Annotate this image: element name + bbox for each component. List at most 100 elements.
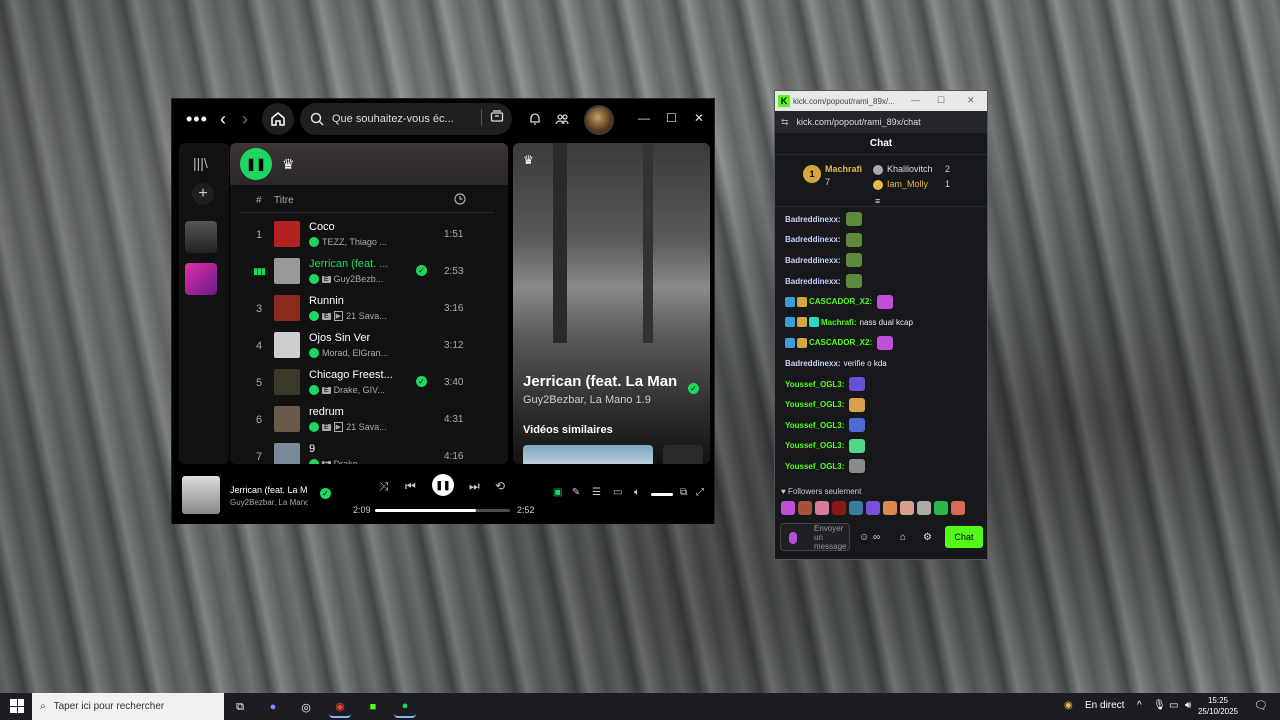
microphone-icon[interactable]: 🎙︎ (1153, 700, 1166, 711)
crown-icon[interactable]: ♛ (282, 156, 295, 173)
chat-username[interactable]: Youssef_OGL3: (785, 380, 844, 389)
live-icon[interactable]: ◉ (1064, 700, 1073, 711)
library-icon[interactable]: |||\ (193, 155, 208, 171)
miniplayer-icon[interactable]: ⧉ (680, 487, 687, 498)
track-title[interactable]: Coco (309, 221, 393, 233)
emote-button[interactable] (866, 501, 880, 515)
chat-username[interactable]: Badreddinexx: (785, 359, 841, 368)
track-artist[interactable]: TEZZ, Thiago ... (322, 237, 387, 247)
shuffle-icon[interactable]: ⤨ (379, 479, 389, 494)
site-settings-icon[interactable]: ⇆ (781, 117, 789, 128)
track-artist[interactable]: Guy2Bezb... (334, 274, 384, 284)
leader-second-name[interactable]: Khalilovitch (887, 164, 933, 174)
minimize-icon[interactable]: — (911, 95, 920, 105)
track-artist[interactable]: Drake (334, 459, 358, 464)
infinity-icon[interactable]: ∞ (873, 532, 880, 543)
track-row[interactable]: 4 Ojos Sin Ver Morad, ElGran... 3:12 (240, 328, 494, 365)
forward-arrow-icon[interactable]: › (242, 109, 248, 130)
network-icon[interactable]: ▭ (1169, 700, 1178, 711)
avatar[interactable] (584, 105, 614, 135)
emote-button[interactable] (849, 501, 863, 515)
microphone-icon[interactable]: ✎ (572, 487, 580, 498)
chat-username[interactable]: Badreddinexx: (785, 256, 841, 265)
pause-button[interactable]: ❚❚ (432, 474, 454, 496)
close-icon[interactable]: ✕ (694, 111, 704, 125)
track-row[interactable]: 3 Runnin E ▶ 21 Sava... 3:16 (240, 291, 494, 328)
windows-start-icon[interactable] (10, 699, 24, 713)
liked-check-icon[interactable]: ✓ (416, 376, 427, 387)
emote-button[interactable] (815, 501, 829, 515)
bell-icon[interactable] (528, 112, 542, 126)
search-input[interactable]: Que souhaitez-vous éc... (300, 103, 512, 135)
obs-icon[interactable]: ◎ (295, 696, 317, 718)
discord-icon[interactable]: ● (262, 696, 284, 718)
track-title[interactable]: Runnin (309, 295, 393, 307)
queue-icon[interactable]: ☰ (592, 487, 601, 498)
track-title[interactable]: Ojos Sin Ver (309, 332, 393, 344)
kick-app-icon[interactable]: ■ (362, 696, 384, 718)
previous-icon[interactable]: ⏮ (405, 479, 416, 494)
back-arrow-icon[interactable]: ‹ (220, 109, 226, 130)
video-thumbnail[interactable] (523, 445, 653, 464)
now-playing-view-icon[interactable]: ▣ (553, 487, 562, 498)
track-row[interactable]: ▮▮▮ Jerrican (feat. ... E Guy2Bezb... ✓ … (240, 254, 494, 291)
track-row[interactable]: 7 9 E Drake 4:16 (240, 439, 494, 464)
sidebar-playlist[interactable] (185, 221, 217, 253)
chrome-icon[interactable]: ◉ (329, 696, 351, 718)
emote-button[interactable] (781, 501, 795, 515)
menu-dots-icon[interactable]: ••• (186, 109, 208, 130)
track-artist[interactable]: 21 Sava... (346, 422, 387, 432)
sidebar-playlist[interactable] (185, 263, 217, 295)
leader-first-name[interactable]: Machrafi (825, 164, 862, 174)
track-artist[interactable]: Drake, GIV... (334, 385, 385, 395)
notification-icon[interactable]: 🗨︎ (1254, 699, 1268, 712)
volume-icon[interactable]: 🔊︎ (1185, 700, 1191, 711)
repeat-icon[interactable]: ⟲ (495, 479, 505, 493)
emote-button[interactable] (951, 501, 965, 515)
home-button[interactable] (262, 103, 294, 135)
chat-username[interactable]: Badreddinexx: (785, 235, 841, 244)
liked-check-icon[interactable]: ✓ (416, 265, 427, 276)
now-playing-title[interactable]: Jerrican (feat. La Man (523, 373, 688, 390)
chat-username[interactable]: Badreddinexx: (785, 277, 841, 286)
video-thumbnail[interactable] (663, 445, 703, 464)
volume-icon[interactable]: 🔈︎ (634, 487, 640, 498)
emote-button[interactable] (917, 501, 931, 515)
send-chat-button[interactable]: Chat (945, 526, 983, 548)
leader-third-name[interactable]: Iam_Molly (887, 179, 928, 189)
create-playlist-button[interactable]: + (192, 183, 214, 205)
minimize-icon[interactable]: — (638, 111, 650, 125)
track-row[interactable]: 5 Chicago Freest... E Drake, GIV... ✓ 3:… (240, 365, 494, 402)
fullscreen-icon[interactable]: ⤢ (696, 487, 704, 498)
chat-username[interactable]: Youssef_OGL3: (785, 421, 844, 430)
task-view-icon[interactable]: ⧉ (229, 696, 251, 718)
chat-username[interactable]: Youssef_OGL3: (785, 441, 844, 450)
live-status-label[interactable]: En direct (1085, 700, 1124, 711)
connect-device-icon[interactable]: ▭ (613, 487, 622, 498)
maximize-icon[interactable]: ☐ (937, 95, 945, 106)
address-bar[interactable]: ⇆ kick.com/popout/rami_89x/chat (775, 111, 987, 133)
taskbar-search-input[interactable]: ⌕ Taper ici pour rechercher (32, 693, 224, 720)
track-row[interactable]: 1 Coco TEZZ, Thiago ... 1:51 (240, 217, 494, 254)
browse-icon[interactable] (481, 109, 504, 126)
friends-icon[interactable] (555, 112, 569, 126)
chat-username[interactable]: Machrafi: (821, 318, 857, 327)
track-artist[interactable]: Morad, ElGran... (322, 348, 388, 358)
liked-check-icon[interactable]: ✓ (320, 488, 331, 499)
emote-button[interactable] (798, 501, 812, 515)
tray-expand-icon[interactable]: ^ (1137, 700, 1142, 711)
chat-message-input[interactable]: Envoyer un message (780, 523, 850, 551)
emote-button[interactable] (832, 501, 846, 515)
liked-check-icon[interactable]: ✓ (688, 383, 699, 394)
track-title[interactable]: redrum (309, 406, 393, 418)
chat-username[interactable]: CASCADOR_X2: (809, 338, 872, 347)
collapse-icon[interactable]: ≡ (875, 196, 880, 206)
chat-username[interactable]: Youssef_OGL3: (785, 400, 844, 409)
player-cover-art[interactable] (182, 476, 220, 514)
system-clock[interactable]: 15:25 25/10/2025 (1198, 695, 1238, 717)
maximize-icon[interactable]: ☐ (666, 111, 677, 125)
emote-button[interactable] (934, 501, 948, 515)
mic-icon[interactable] (789, 532, 797, 544)
gear-icon[interactable]: ⚙ (923, 532, 932, 543)
store-icon[interactable]: ⌂ (900, 532, 906, 543)
